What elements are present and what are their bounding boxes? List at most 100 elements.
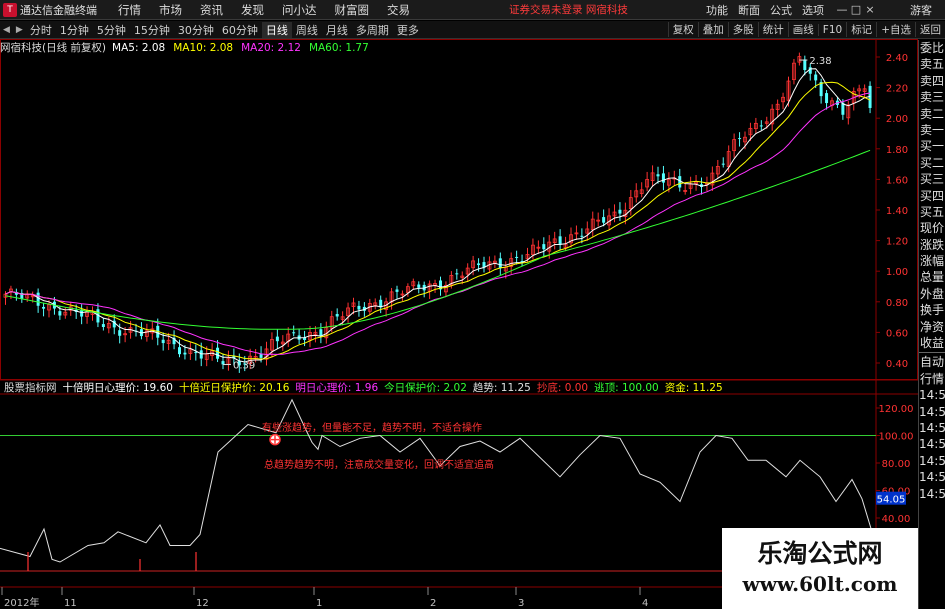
- candle-body-down: [825, 93, 829, 104]
- panel-item[interactable]: 买二: [919, 155, 945, 171]
- moving-average-lines: 2.38 0.39: [5, 56, 871, 372]
- panel-item[interactable]: 买四: [919, 188, 945, 204]
- watermark-url: www.60lt.com: [742, 572, 898, 596]
- next-arrow-icon[interactable]: ▶: [13, 25, 26, 35]
- menu-trade[interactable]: 交易: [378, 2, 419, 18]
- watermark: 乐淘公式网 www.60lt.com: [722, 528, 918, 609]
- date-tick-label: 2012年: [4, 596, 39, 609]
- panel-item[interactable]: 委比: [919, 40, 945, 56]
- statistics-button[interactable]: 统计: [757, 22, 788, 37]
- period-1min[interactable]: 1分钟: [56, 22, 93, 38]
- minimize-icon[interactable]: —: [835, 3, 849, 16]
- panel-item[interactable]: 总量: [919, 269, 945, 285]
- annotation-top: 有些涨趋势，但量能不足，趋势不明，不适合操作: [262, 421, 482, 434]
- candle-body-down: [656, 174, 660, 177]
- period-weekly[interactable]: 周线: [292, 22, 322, 38]
- menu-section[interactable]: 断面: [733, 2, 765, 18]
- panel-divider: [919, 352, 945, 354]
- stock-label[interactable]: 网宿科技(日线 前复权): [0, 40, 106, 55]
- indicator-current-value: 54.05: [877, 495, 906, 506]
- menu-wealth-circle[interactable]: 财富圈: [326, 2, 379, 18]
- period-monthly[interactable]: 月线: [322, 22, 352, 38]
- draw-line-button[interactable]: 画线: [787, 22, 818, 37]
- back-button[interactable]: 返回: [915, 22, 945, 37]
- maximize-icon[interactable]: □: [849, 3, 863, 16]
- panel-item[interactable]: 卖四: [919, 73, 945, 89]
- panel-item[interactable]: 买五: [919, 204, 945, 220]
- panel-item[interactable]: 卖三: [919, 89, 945, 105]
- panel-item[interactable]: 外盘: [919, 286, 945, 302]
- indicator-value: 十倍近日保护价: 20.16: [178, 381, 290, 394]
- indicator-value: 十倍明日心理价: 19.60: [62, 381, 173, 394]
- login-notice[interactable]: 证券交易未登录 网宿科技: [509, 2, 628, 17]
- panel-item[interactable]: 自动: [919, 354, 945, 370]
- panel-item[interactable]: 涨幅: [919, 253, 945, 269]
- period-multi[interactable]: 多周期: [352, 22, 393, 38]
- candle-body-down: [178, 347, 181, 355]
- date-tick-label: 11: [64, 598, 77, 609]
- prev-arrow-icon[interactable]: ◀: [0, 25, 13, 35]
- panel-item[interactable]: 收益: [919, 335, 945, 351]
- multi-stock-button[interactable]: 多股: [727, 22, 758, 37]
- period-60min[interactable]: 60分钟: [218, 22, 262, 38]
- indicator-value: 资金: 11.25: [664, 381, 723, 394]
- panel-item[interactable]: 净资: [919, 319, 945, 335]
- indicator-tick-label: 40.00: [882, 514, 911, 525]
- panel-item[interactable]: 现价: [919, 220, 945, 236]
- price-chart-header: 网宿科技(日线 前复权) MA5: 2.08 MA10: 2.08 MA20: …: [0, 40, 377, 55]
- menu-quotes[interactable]: 行情: [109, 2, 150, 18]
- date-tick-label: 12: [196, 598, 209, 609]
- add-watchlist-button[interactable]: +自选: [876, 22, 915, 37]
- panel-time: 14:50: [919, 420, 945, 435]
- period-intraday[interactable]: 分时: [26, 22, 56, 38]
- date-tick-label: 1: [316, 598, 322, 609]
- f10-button[interactable]: F10: [817, 23, 846, 36]
- price-tick-label: 0.40: [886, 359, 908, 370]
- period-more[interactable]: 更多: [393, 22, 423, 38]
- indicator-value: 趋势: 11.25: [472, 381, 531, 394]
- menu-news[interactable]: 资讯: [191, 2, 232, 18]
- menu-formula[interactable]: 公式: [765, 2, 797, 18]
- candle-body-down: [118, 330, 122, 336]
- menu-options[interactable]: 选项: [797, 2, 829, 18]
- overlay-button[interactable]: 叠加: [697, 22, 728, 37]
- panel-time: 14:50: [919, 453, 945, 468]
- title-bar: T 通达信金融终端 行情 市场 资讯 发现 问小达 财富圈 交易 证券交易未登录…: [0, 0, 945, 20]
- panel-item[interactable]: 卖五: [919, 56, 945, 72]
- candle-body-down: [542, 244, 546, 250]
- candle-body-down: [221, 361, 225, 365]
- candle-body-down: [36, 292, 40, 306]
- panel-item[interactable]: 行情: [919, 371, 945, 387]
- panel-item[interactable]: 换手: [919, 302, 945, 318]
- menu-function[interactable]: 功能: [701, 2, 733, 18]
- panel-item[interactable]: 买三: [919, 171, 945, 187]
- high-marker-label: 2.38: [809, 56, 831, 67]
- candle-body-down: [558, 236, 562, 245]
- panel-item[interactable]: 买一: [919, 138, 945, 154]
- adjust-button[interactable]: 复权: [667, 22, 698, 37]
- period-5min[interactable]: 5分钟: [93, 22, 130, 38]
- close-icon[interactable]: ×: [863, 3, 877, 16]
- candle-body-down: [417, 284, 421, 288]
- mark-button[interactable]: 标记: [846, 22, 876, 37]
- indicator-name[interactable]: 股票指标网: [4, 380, 57, 395]
- panel-item[interactable]: 卖二: [919, 106, 945, 122]
- menu-ask-xiaoda[interactable]: 问小达: [273, 2, 326, 18]
- menu-market[interactable]: 市场: [150, 2, 191, 18]
- menu-discover[interactable]: 发现: [232, 2, 273, 18]
- period-daily[interactable]: 日线: [261, 21, 292, 38]
- quote-side-panel: 委比 卖五 卖四 卖三 卖二 卖一 买一 买二 买三 买四 买五 现价 涨跌 涨…: [918, 40, 945, 609]
- price-tick-label: 1.20: [886, 237, 908, 248]
- candle-body-down: [161, 339, 165, 344]
- candle-body-down: [721, 163, 725, 165]
- panel-item[interactable]: 卖一: [919, 122, 945, 138]
- candle-body-down: [292, 332, 296, 334]
- candle-body-down: [477, 263, 481, 266]
- guest-label[interactable]: 游客: [905, 2, 937, 18]
- chart-canvas[interactable]: 2.38 0.39 2.40 2.20 2.00 1.80 1.60 1.40 1.20 1.0…: [0, 39, 918, 609]
- panel-item[interactable]: 涨跌: [919, 237, 945, 253]
- indicator-value: 逃顶: 100.00: [594, 381, 659, 394]
- panel-time: 14:50: [919, 388, 945, 403]
- period-15min[interactable]: 15分钟: [130, 22, 174, 38]
- period-30min[interactable]: 30分钟: [174, 22, 218, 38]
